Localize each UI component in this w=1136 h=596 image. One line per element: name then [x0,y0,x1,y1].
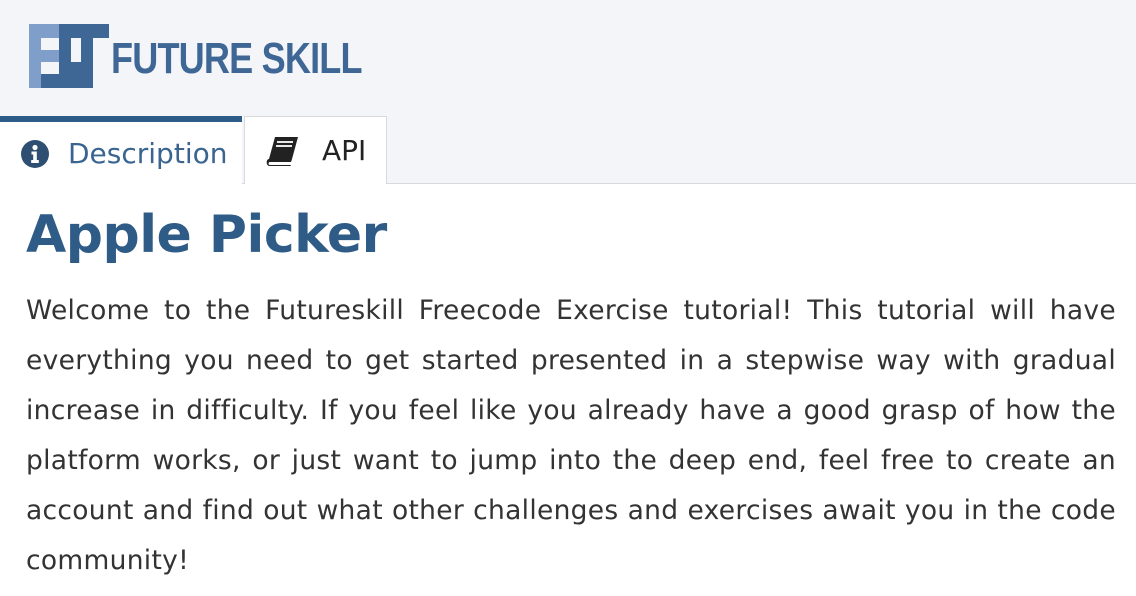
logo[interactable]: FUTURE SKILL [29,24,417,88]
tab-bar: Description API [0,116,1136,185]
header: FUTURE SKILL [0,0,1136,116]
book-icon [266,136,300,166]
tab-description-label: Description [68,136,228,170]
tab-api-label: API [322,133,367,167]
description-text: Welcome to the Futureskill Freecode Exer… [26,295,1116,576]
tab-api[interactable]: API [244,116,387,184]
main-content: Apple Picker Welcome to the Futureskill … [0,184,1136,596]
tab-description[interactable]: Description [0,116,242,185]
logo-text: FUTURE SKILL [111,34,363,83]
page-title: Apple Picker [26,205,387,265]
future-skill-logo-icon [29,24,109,88]
info-circle-icon [20,139,50,169]
